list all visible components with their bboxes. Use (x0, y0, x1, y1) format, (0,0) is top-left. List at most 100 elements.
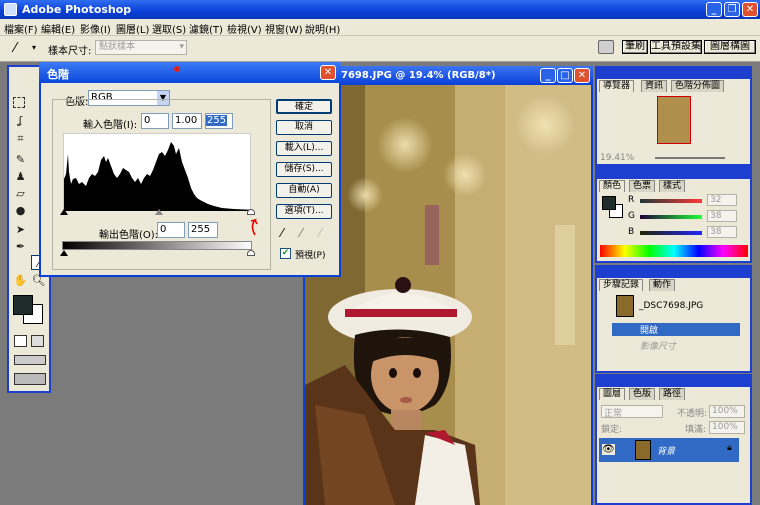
menu-view[interactable]: 檢視(V) (227, 21, 262, 36)
menu-select[interactable]: 選取(S) (152, 21, 186, 36)
navigator-thumbnail[interactable] (657, 96, 691, 144)
ok-button[interactable]: 確定 (276, 99, 332, 114)
input-black-field[interactable]: 0 (141, 113, 169, 129)
lock-icon: 🔒︎ (727, 443, 732, 453)
blend-mode-select[interactable]: 正常 (601, 405, 663, 419)
gray-eyedropper-icon[interactable]: ⁄ (300, 226, 302, 240)
tool-preset-dropdown[interactable]: ▾ (32, 43, 36, 52)
color-spectrum-bar[interactable] (600, 245, 748, 257)
output-white-field[interactable]: 255 (188, 222, 218, 238)
lock-label: 鎖定: (601, 425, 623, 435)
preview-label[interactable]: 預視(P) (295, 248, 325, 261)
doc-minimize-button[interactable]: _ (540, 68, 556, 83)
document-canvas-photo[interactable] (305, 85, 591, 505)
tab-layers[interactable]: 圖層 (599, 388, 626, 400)
input-gamma-field[interactable]: 1.00 (172, 113, 202, 129)
levels-dialog-title: 色階 (47, 68, 69, 81)
tab-color[interactable]: 顏色 (599, 180, 626, 192)
auto-button[interactable]: 自動(A) (276, 183, 332, 198)
levels-close-button[interactable]: ✕ (320, 65, 336, 80)
tab-navigator[interactable]: 導覽器 (599, 80, 635, 92)
screen-mode-icon[interactable] (14, 355, 46, 365)
eraser-tool-icon[interactable]: ▱ (13, 186, 28, 201)
output-black-slider[interactable] (60, 250, 68, 256)
doc-close-button[interactable]: ✕ (574, 68, 590, 83)
tab-paths[interactable]: 路徑 (659, 388, 686, 400)
color-g-slider[interactable] (640, 215, 702, 219)
dodge-tool-icon[interactable]: ● (13, 203, 28, 218)
eyedropper-icon[interactable]: ⁄ (14, 41, 16, 56)
menu-window[interactable]: 視窗(W) (265, 21, 303, 36)
options-button[interactable]: 選項(T)... (276, 204, 332, 219)
color-b-value[interactable]: 38 (707, 226, 737, 238)
tab-info[interactable]: 資訊 (641, 80, 668, 92)
tab-swatches[interactable]: 色票 (629, 180, 656, 192)
layer-row-background[interactable]: 👁︎ 背景 🔒︎ (599, 438, 739, 462)
output-white-slider[interactable] (247, 250, 255, 256)
color-r-value[interactable]: 32 (707, 194, 737, 206)
history-snapshot-thumb[interactable] (616, 295, 634, 317)
marquee-tool-icon[interactable] (13, 97, 25, 108)
printer-icon[interactable] (598, 40, 614, 54)
navigator-zoom-slider[interactable] (655, 157, 725, 159)
tab-channels[interactable]: 色版 (629, 388, 656, 400)
output-gradient-bar (62, 241, 252, 250)
color-r-slider[interactable] (640, 199, 702, 203)
fill-value[interactable]: 100% (709, 421, 745, 434)
save-button[interactable]: 儲存(S)... (276, 162, 332, 177)
lasso-tool-icon[interactable]: ʆ (13, 113, 28, 128)
input-white-field[interactable]: 255 (205, 113, 233, 129)
restore-button[interactable]: ❐ (724, 2, 740, 17)
document-title-bar: 7698.JPG @ 19.4% (RGB/8*) _ □ ✕ (303, 66, 593, 85)
preview-checkbox[interactable]: ✔ (280, 248, 291, 259)
clone-stamp-icon[interactable]: ♟ (13, 169, 28, 184)
tab-brushes[interactable]: 筆刷 (622, 40, 648, 54)
input-black-slider[interactable] (60, 209, 68, 215)
healing-brush-icon[interactable]: ✎ (13, 152, 28, 167)
input-gamma-slider[interactable] (155, 209, 163, 215)
foreground-color-swatch[interactable] (13, 295, 33, 315)
navigator-zoom-value[interactable]: 19.41% (600, 153, 634, 163)
document-title: 7698.JPG @ 19.4% (RGB/8*) (341, 70, 496, 81)
history-item-image-size[interactable]: 影像尺寸 (612, 338, 740, 352)
close-button[interactable]: ✕ (742, 2, 758, 17)
fill-label: 填滿: (685, 425, 707, 435)
layer-name[interactable]: 背景 (657, 444, 675, 457)
quickmask-mode-icon[interactable] (31, 335, 44, 347)
color-b-slider[interactable] (640, 231, 702, 235)
menu-help[interactable]: 說明(H) (305, 21, 340, 36)
tab-history[interactable]: 步驟記錄 (599, 279, 644, 291)
sample-size-select[interactable]: 點狀樣本 ▾ (95, 40, 187, 55)
doc-maximize-button[interactable]: □ (557, 68, 573, 83)
tab-actions[interactable]: 動作 (649, 279, 676, 291)
history-item-open[interactable]: 開啟 (612, 323, 740, 336)
standard-mode-icon[interactable] (14, 335, 27, 347)
pen-tool-icon[interactable]: ✒ (13, 239, 28, 254)
crop-tool-icon[interactable]: ⌗ (13, 131, 28, 146)
minimize-button[interactable]: _ (706, 2, 722, 17)
tab-tool-presets[interactable]: 工具預設集 (650, 40, 702, 54)
menu-file[interactable]: 檔案(F) (4, 21, 38, 36)
tab-styles[interactable]: 樣式 (659, 180, 686, 192)
menu-layer[interactable]: 圖層(L) (116, 21, 149, 36)
menu-image[interactable]: 影像(I) (80, 21, 111, 36)
black-eyedropper-icon[interactable]: ⁄ (281, 226, 283, 240)
load-button[interactable]: 載入(L)... (276, 141, 332, 156)
output-black-field[interactable]: 0 (157, 222, 185, 238)
white-eyedropper-icon[interactable]: ⁄ (319, 226, 321, 240)
color-r-label: R (628, 195, 635, 205)
eye-icon[interactable]: 👁︎ (602, 444, 615, 455)
hand-tool-icon[interactable]: ✋ (13, 273, 28, 288)
menu-edit[interactable]: 編輯(E) (41, 21, 75, 36)
color-g-value[interactable]: 38 (707, 210, 737, 222)
history-snapshot-name[interactable]: _DSC7698.JPG (639, 301, 703, 311)
menu-filter[interactable]: 濾鏡(T) (189, 21, 223, 36)
opacity-value[interactable]: 100% (709, 405, 745, 418)
tab-histogram[interactable]: 色階分佈圖 (671, 80, 725, 92)
jump-to-imageready-icon[interactable] (14, 373, 46, 385)
color-fg-swatch[interactable] (602, 196, 616, 210)
path-select-icon[interactable]: ➤ (13, 222, 28, 237)
cancel-button[interactable]: 取消 (276, 120, 332, 135)
tab-layer-comps[interactable]: 圖層構圖 (704, 40, 756, 54)
levels-dialog-titlebar: 色階 ✕ (39, 62, 341, 83)
